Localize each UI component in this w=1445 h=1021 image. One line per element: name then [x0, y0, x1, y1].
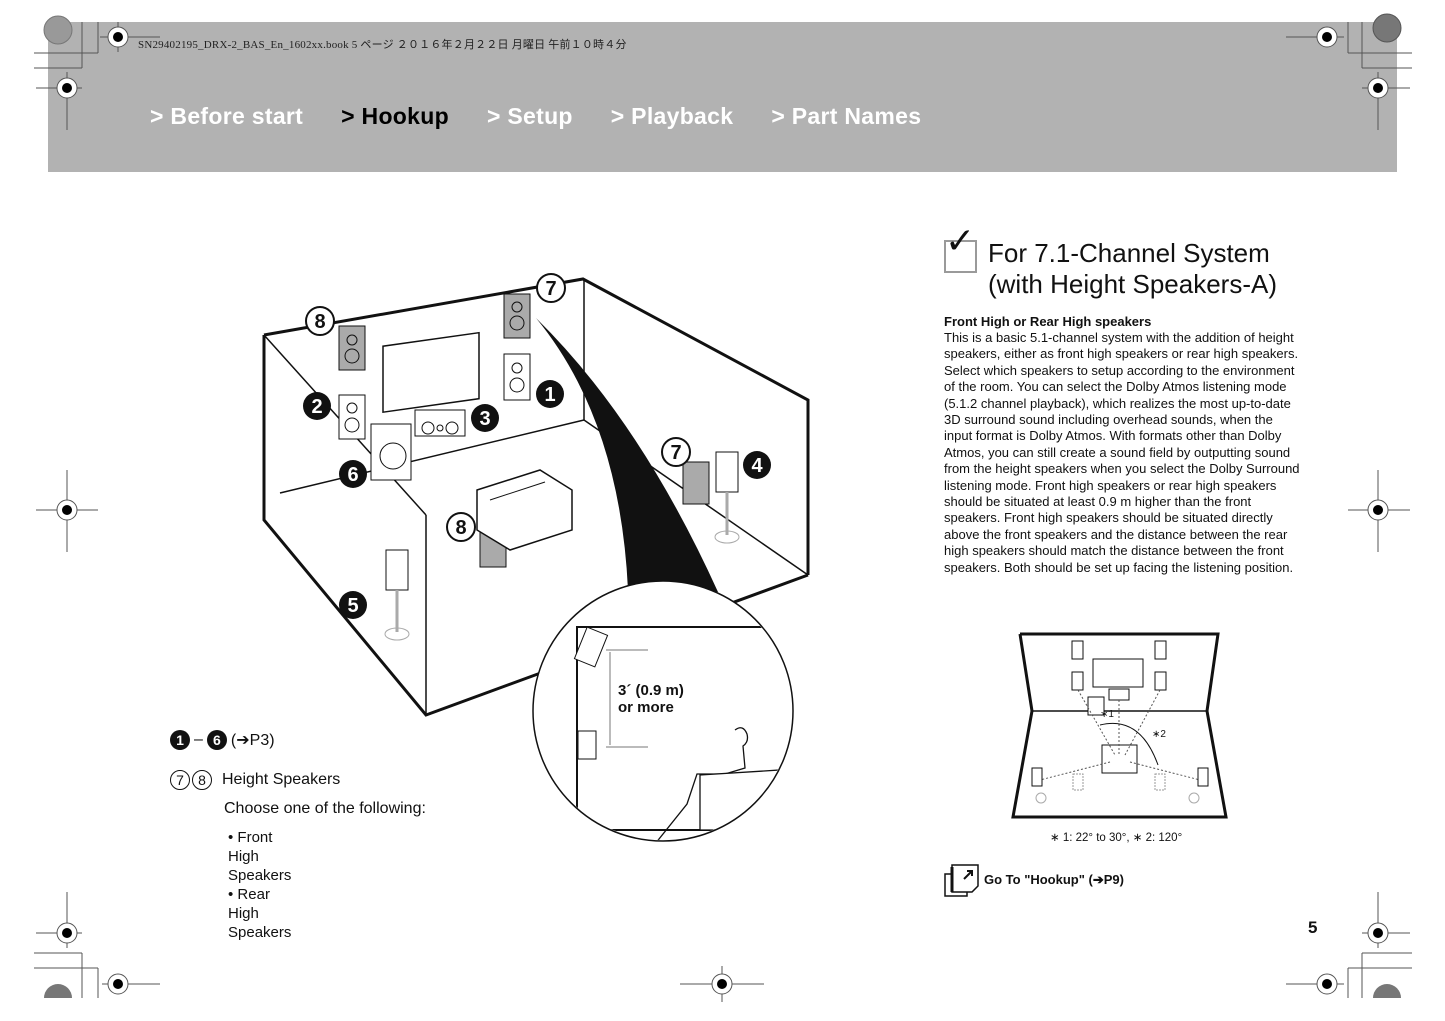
- top-view-diagram: ∗1 ∗2: [1011, 632, 1228, 819]
- page-jump-icon: [944, 864, 979, 897]
- svg-text:7: 7: [545, 278, 556, 300]
- legend-num-8: 8: [192, 770, 212, 790]
- choose-label: Choose one of the following:: [224, 800, 426, 817]
- svg-text:1: 1: [544, 384, 555, 406]
- inset-front-speaker: [577, 730, 597, 760]
- legend-num-7: 7: [170, 770, 190, 790]
- sub-heading: Front High or Rear High speakers: [944, 314, 1152, 329]
- callout-7-rear: 7: [661, 437, 691, 467]
- callout-8-top: 8: [305, 306, 335, 336]
- section-title-line2: (with Height Speakers-A): [988, 269, 1277, 299]
- callout-6: 6: [339, 460, 367, 488]
- speaker-center: [414, 409, 466, 437]
- section-title: For 7.1-Channel System (with Height Spea…: [988, 238, 1277, 300]
- option-rear-high: Rear High Speakers: [228, 885, 291, 942]
- svg-text:6: 6: [347, 464, 358, 486]
- speaker-front-left: [338, 394, 366, 440]
- goto-hookup-link[interactable]: Go To "Hookup" (➔P9): [944, 862, 1124, 898]
- angle-caption: ∗ 1: 22° to 30°, ∗ 2: 120°: [1050, 832, 1183, 844]
- callout-2: 2: [303, 392, 331, 420]
- tv: [382, 331, 480, 414]
- inset-height-label-2: or more: [618, 699, 674, 716]
- callout-8-rear: 8: [446, 512, 476, 542]
- height-inset: 3´ (0.9 m) or more: [532, 580, 794, 842]
- svg-text:5: 5: [347, 595, 358, 617]
- body-paragraph: This is a basic 5.1-channel system with …: [944, 330, 1300, 575]
- svg-text:8: 8: [455, 517, 466, 539]
- angle-mark-1: ∗1: [1100, 709, 1114, 720]
- legend-page-ref[interactable]: (➔P3): [231, 730, 275, 750]
- inset-height-label: 3´ (0.9 m): [618, 682, 684, 699]
- speaker-front-right: [503, 353, 531, 401]
- height-speakers-label: Height Speakers: [222, 771, 341, 788]
- speaker-height-front-right: [503, 293, 531, 339]
- subwoofer: [370, 423, 412, 481]
- height-speaker-options: Front High Speakers Rear High Speakers: [228, 828, 291, 942]
- option-front-high: Front High Speakers: [228, 828, 291, 885]
- svg-text:4: 4: [751, 455, 763, 477]
- callout-1: 1: [536, 380, 564, 408]
- inset-armchair: [699, 769, 781, 831]
- svg-text:3: 3: [479, 408, 490, 430]
- goto-label[interactable]: Go To "Hookup" (➔P9): [984, 872, 1124, 888]
- callout-7-top: 7: [536, 273, 566, 303]
- callout-4: 4: [743, 451, 771, 479]
- section-title-line1: For 7.1-Channel System: [988, 238, 1270, 268]
- speaker-height-rear-right: [682, 461, 710, 505]
- check-mark-icon: ✓: [945, 221, 976, 262]
- page-number: 5: [1308, 918, 1318, 937]
- legend-dash: –: [194, 731, 203, 748]
- legend-num-6: 6: [206, 730, 227, 750]
- speaker-height-front-left: [338, 325, 366, 371]
- angle-mark-2: ∗2: [1152, 729, 1166, 740]
- svg-text:8: 8: [314, 311, 325, 333]
- callout-5: 5: [339, 591, 367, 619]
- legend-num-1: 1: [170, 730, 190, 750]
- callout-3: 3: [471, 404, 499, 432]
- svg-text:7: 7: [670, 442, 681, 464]
- top-view-tv: [1092, 658, 1144, 688]
- svg-text:2: 2: [311, 396, 322, 418]
